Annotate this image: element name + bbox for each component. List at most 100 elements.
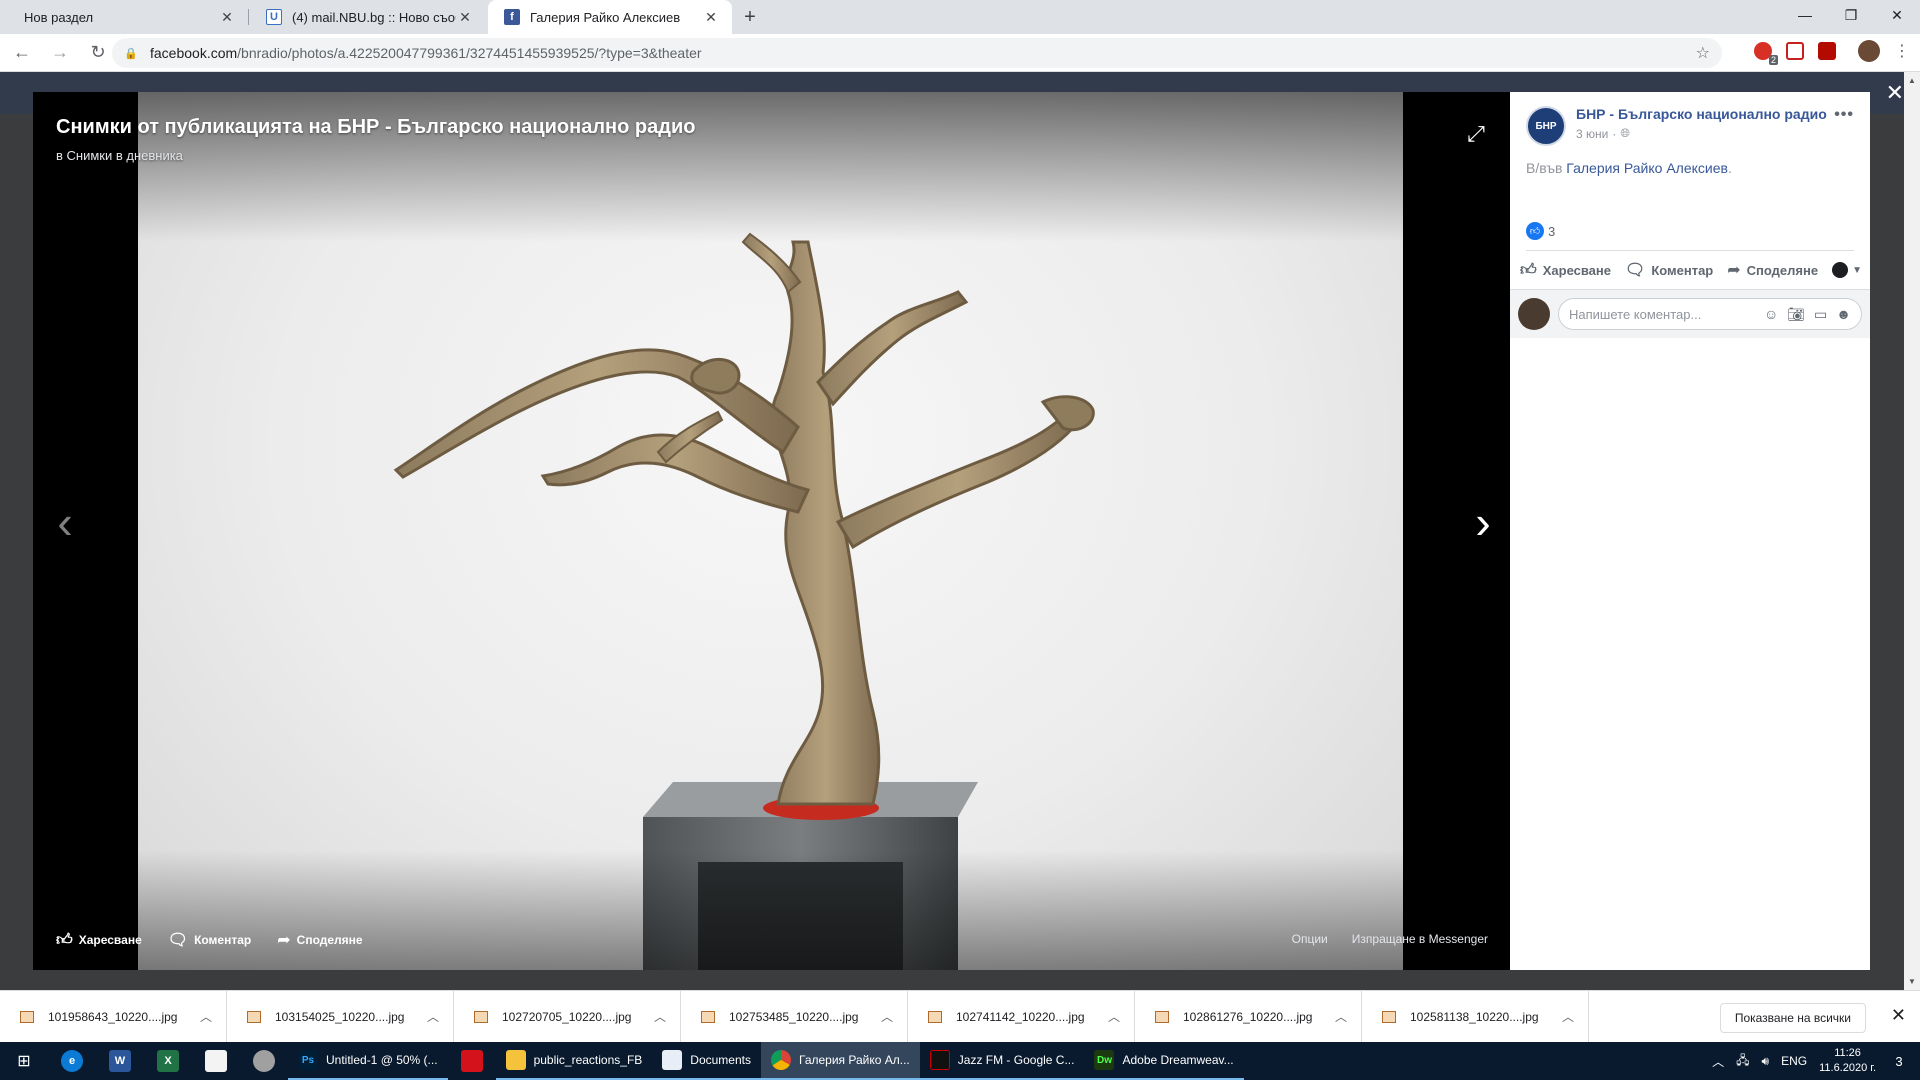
gif-icon[interactable]: ▭	[1814, 306, 1827, 323]
language-indicator[interactable]: ENG	[1781, 1054, 1807, 1068]
restore-icon[interactable]: ❐	[1828, 0, 1874, 30]
download-item[interactable]: 102861276_10220....jpg ︿	[1135, 990, 1362, 1043]
lock-icon[interactable]: 🔒	[124, 47, 138, 60]
download-item[interactable]: 102720705_10220....jpg ︿	[454, 990, 681, 1043]
volume-icon[interactable]: 🔊︎	[1762, 1054, 1770, 1069]
camera-icon[interactable]: 📷︎	[1787, 306, 1805, 323]
share-button[interactable]: ➦ Споделяне	[1727, 260, 1818, 280]
download-item[interactable]: 102753485_10220....jpg ︿	[681, 990, 908, 1043]
like-button[interactable]: 👍︎ Харесване	[1520, 261, 1611, 280]
download-item[interactable]: 102741142_10220....jpg ︿	[908, 990, 1135, 1043]
theater-secondary-actions: Опции Изпращане в Messenger	[1292, 932, 1488, 946]
tagged-gallery-link[interactable]: Галерия Райко Алексиев	[1566, 160, 1728, 176]
theater-comment-button[interactable]: 🗨︎ Коментар	[168, 930, 252, 950]
reload-icon[interactable]: ↻	[82, 37, 114, 69]
chrome-icon	[771, 1050, 791, 1070]
taskbar-app-chrome-jazzfm[interactable]: Jazz FM - Google C...	[919, 1042, 1085, 1080]
tab-gallery-active[interactable]: f Галерия Райко Алексиев ✕	[488, 0, 732, 34]
notification-center-icon[interactable]: 3	[1888, 1050, 1910, 1072]
post-body-prefix: В/във	[1526, 160, 1563, 176]
chevron-up-icon[interactable]: ︿	[1335, 1008, 1347, 1025]
tab-close-icon[interactable]: ✕	[218, 9, 236, 26]
theater-title: Снимки от публикацията на БНР - Българск…	[56, 116, 696, 138]
likes-count: 3	[1548, 223, 1556, 239]
theater-like-button[interactable]: 👍︎ Харесване	[56, 931, 142, 950]
emoji-icon[interactable]: ☺	[1764, 306, 1778, 323]
chevron-up-icon[interactable]: ︿	[654, 1008, 666, 1025]
chevron-up-icon[interactable]: ︿	[1108, 1008, 1120, 1025]
address-bar[interactable]: 🔒 facebook.com /bnradio/photos/a.4225200…	[112, 38, 1722, 68]
taskbar-app-dreamweaver[interactable]: Dw Adobe Dreamweav...	[1084, 1042, 1244, 1080]
tab-mail-nbu[interactable]: U (4) mail.NBU.bg :: Ново съобщение ✕	[250, 0, 486, 34]
tray-chevron-up-icon[interactable]: ︿	[1712, 1053, 1724, 1070]
post-header-text: БНР - Българско национално радио 3 юни ·…	[1576, 106, 1834, 141]
previous-photo-chevron-icon[interactable]: ‹	[50, 497, 80, 547]
show-all-downloads-button[interactable]: Показване на всички	[1719, 1003, 1866, 1033]
scroll-down-icon[interactable]: ▼	[1908, 977, 1916, 986]
close-downloads-icon[interactable]: ✕	[1891, 1005, 1906, 1026]
options-link[interactable]: Опции	[1292, 932, 1328, 946]
chevron-up-icon[interactable]: ︿	[1562, 1008, 1574, 1025]
windows-start-icon[interactable]: ⊞	[0, 1042, 48, 1080]
chevron-up-icon[interactable]: ︿	[881, 1008, 893, 1025]
tab-separator	[248, 9, 249, 25]
word-pinned[interactable]: W	[96, 1042, 144, 1080]
taskbar-app-documents[interactable]: Documents	[652, 1042, 761, 1080]
close-theater-icon[interactable]: ✕	[1886, 80, 1904, 106]
page-name-link[interactable]: БНР - Българско национално радио	[1576, 106, 1834, 122]
download-item[interactable]: 103154025_10220....jpg ︿	[227, 990, 454, 1043]
word-icon: W	[109, 1050, 131, 1072]
notepad-pinned[interactable]	[192, 1042, 240, 1080]
theater-album-link[interactable]: в Снимки в дневника	[56, 148, 183, 163]
forward-icon[interactable]: →	[44, 37, 76, 69]
close-window-icon[interactable]: ✕	[1874, 0, 1920, 30]
page-avatar[interactable]: БНР	[1526, 106, 1566, 146]
back-icon[interactable]: ←	[6, 37, 38, 69]
tab-close-icon[interactable]: ✕	[702, 9, 720, 26]
globe-pinned[interactable]	[240, 1042, 288, 1080]
send-messenger-link[interactable]: Изпращане в Messenger	[1352, 932, 1488, 946]
new-tab-button[interactable]: +	[736, 0, 764, 34]
reactor-selector[interactable]: ▼	[1832, 262, 1862, 278]
download-filename: 101958643_10220....jpg	[48, 1009, 178, 1024]
sticker-icon[interactable]: ☻	[1836, 306, 1851, 323]
page-scrollbar[interactable]: ▲ ▼	[1904, 72, 1920, 990]
comment-input[interactable]: Напишете коментар... ☺ 📷︎ ▭ ☻	[1558, 298, 1862, 330]
extension-icon[interactable]	[1786, 42, 1804, 60]
more-options-icon[interactable]: •••	[1834, 106, 1854, 124]
edge-pinned[interactable]: e	[48, 1042, 96, 1080]
tab-title: Нов раздел	[24, 9, 94, 25]
download-item[interactable]: 101958643_10220....jpg ︿	[0, 990, 227, 1043]
theater-share-button[interactable]: ➦ Споделяне	[277, 930, 362, 950]
taskbar-app-folder[interactable]: public_reactions_FB	[495, 1042, 653, 1080]
share-arrow-icon: ➦	[277, 932, 291, 949]
taskbar-app-chrome-gallery[interactable]: Галерия Райко Ал...	[761, 1042, 920, 1080]
comment-placeholder: Напишете коментар...	[1569, 306, 1702, 322]
download-item[interactable]: 102581138_10220....jpg ︿	[1362, 990, 1589, 1043]
adblock-extension-icon[interactable]: 2	[1754, 42, 1778, 65]
user-avatar[interactable]	[1518, 298, 1550, 330]
reactions-summary[interactable]: 👍︎ 3	[1510, 176, 1870, 250]
next-photo-chevron-icon[interactable]: ›	[1468, 497, 1498, 547]
tab-close-icon[interactable]: ✕	[456, 9, 474, 26]
scroll-up-icon[interactable]: ▲	[1908, 76, 1916, 85]
profile-avatar[interactable]	[1858, 40, 1880, 62]
fullscreen-expand-icon[interactable]: ⤢	[1464, 122, 1488, 146]
acrobat-pinned[interactable]	[448, 1042, 496, 1080]
minimize-icon[interactable]: —	[1782, 0, 1828, 30]
network-icon[interactable]: 🖧︎	[1736, 1051, 1749, 1072]
comment-button[interactable]: 🗨︎ Коментар	[1625, 260, 1713, 280]
chrome-menu-icon[interactable]: ⋮	[1894, 41, 1910, 61]
chevron-up-icon[interactable]: ︿	[427, 1008, 439, 1025]
tab-new-tab[interactable]: Нов раздел ✕	[8, 0, 248, 34]
taskbar-app-label: Adobe Dreamweav...	[1122, 1053, 1234, 1067]
post-date-link[interactable]: 3 юни	[1576, 127, 1608, 141]
excel-pinned[interactable]: X	[144, 1042, 192, 1080]
thumbs-up-icon: 👍︎	[1520, 261, 1537, 279]
download-filename: 102720705_10220....jpg	[502, 1009, 632, 1024]
chevron-up-icon[interactable]: ︿	[200, 1008, 212, 1025]
acrobat-extension-icon[interactable]	[1818, 42, 1836, 60]
clock[interactable]: 11:26 11.6.2020 г.	[1819, 1046, 1876, 1076]
bookmark-star-icon[interactable]: ☆	[1696, 43, 1710, 63]
taskbar-app-photoshop[interactable]: Ps Untitled-1 @ 50% (...	[288, 1042, 448, 1080]
